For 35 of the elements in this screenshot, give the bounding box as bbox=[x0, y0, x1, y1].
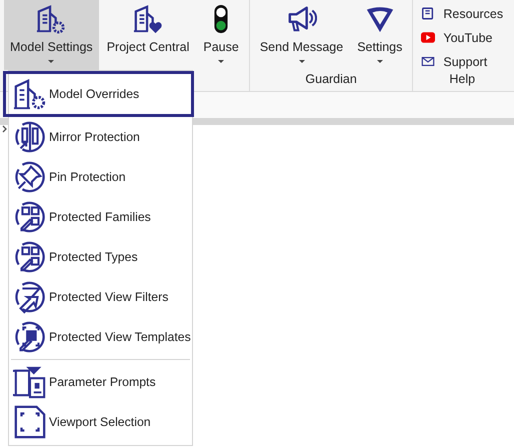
page-corners-icon bbox=[13, 405, 47, 439]
ribbon-button[interactable]: Send Message bbox=[254, 0, 350, 70]
filter-icon bbox=[13, 280, 47, 314]
help-link[interactable]: Support bbox=[443, 54, 488, 68]
building-gear-icon bbox=[36, 4, 66, 34]
menu-item[interactable]: Protected Families bbox=[9, 197, 192, 237]
document-form-icon bbox=[13, 365, 47, 399]
group-label: Guardian bbox=[304, 71, 358, 88]
megaphone-icon bbox=[286, 4, 317, 34]
mirror-icon bbox=[13, 120, 47, 154]
menu-item[interactable]: Protected View Templates bbox=[9, 317, 192, 357]
template-icon bbox=[13, 320, 47, 354]
group-label: Help bbox=[448, 71, 476, 88]
ribbon-button[interactable]: Settings bbox=[351, 0, 408, 70]
building-gear-icon bbox=[13, 77, 47, 111]
book-icon bbox=[421, 7, 436, 20]
ribbon-button[interactable]: Pause bbox=[197, 0, 245, 70]
building-heart-icon bbox=[133, 4, 164, 34]
menu-item[interactable]: Model Overrides bbox=[3, 71, 194, 117]
menu-item[interactable]: Protected Types bbox=[9, 237, 192, 277]
help-link[interactable]: Resources bbox=[443, 6, 504, 20]
menu-item[interactable]: Viewport Selection bbox=[9, 402, 192, 442]
ribbon-button[interactable]: Model Settings bbox=[4, 0, 99, 70]
grid-pencil-icon bbox=[13, 240, 47, 274]
ribbon-button[interactable]: Project Central bbox=[100, 0, 196, 70]
menu-item[interactable]: Parameter Prompts bbox=[9, 362, 192, 402]
grid-pencil-icon bbox=[13, 200, 47, 234]
menu-item[interactable]: Protected View Filters bbox=[9, 277, 192, 317]
menu-item[interactable]: Pin Protection bbox=[9, 157, 192, 197]
help-link[interactable]: YouTube bbox=[443, 30, 493, 44]
pin-icon bbox=[13, 160, 47, 194]
menu-item[interactable]: Mirror Protection bbox=[9, 117, 192, 157]
envelope-icon bbox=[421, 55, 436, 68]
play-icon bbox=[421, 31, 436, 44]
chevron-icon[interactable] bbox=[2, 125, 8, 133]
